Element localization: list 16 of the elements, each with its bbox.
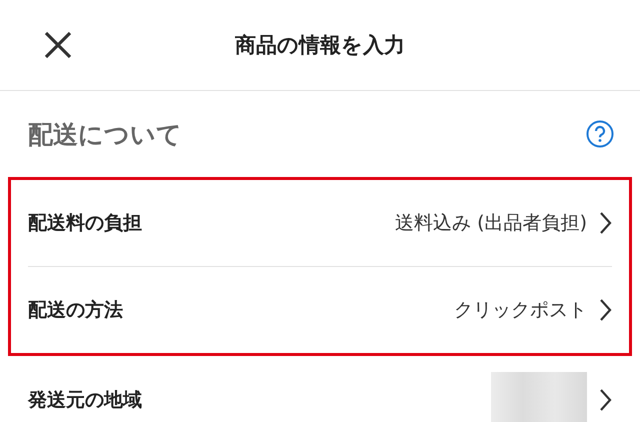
- chevron-right-icon: [599, 298, 612, 322]
- page-title: 商品の情報を入力: [235, 32, 405, 59]
- settings-row[interactable]: 配送の方法 クリックポスト: [28, 267, 612, 353]
- row-label: 発送元の地域: [28, 388, 142, 413]
- row-value: 送料込み (出品者負担): [395, 211, 587, 236]
- row-value: クリックポスト: [454, 298, 587, 323]
- settings-row[interactable]: 配送料の負担 送料込み (出品者負担): [28, 180, 612, 267]
- help-button[interactable]: [586, 120, 614, 148]
- section-title: 配送について: [28, 118, 182, 150]
- chevron-right-icon: [599, 388, 612, 412]
- chevron-right-icon: [599, 211, 612, 235]
- help-icon: [586, 120, 614, 148]
- close-icon: [43, 30, 73, 60]
- settings-row[interactable]: 発送元の地域: [25, 356, 615, 422]
- row-label: 配送の方法: [28, 298, 123, 323]
- row-label: 配送料の負担: [28, 211, 142, 236]
